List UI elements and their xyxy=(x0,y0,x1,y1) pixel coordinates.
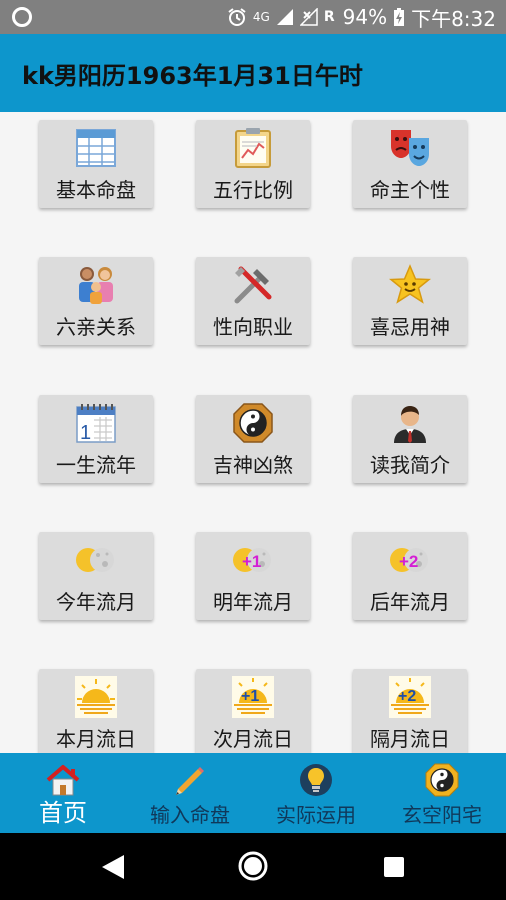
tile-label: 一生流年 xyxy=(56,453,136,477)
star-icon xyxy=(388,263,432,307)
app-bar: kk男阳历1963年1月31日午时 xyxy=(0,34,506,112)
signal-no-data-icon xyxy=(299,8,318,26)
tile-label: 后年流月 xyxy=(370,590,450,614)
plus-two-badge: +2 xyxy=(399,552,418,571)
tile-label: 五行比例 xyxy=(213,178,293,202)
person-icon xyxy=(388,401,432,445)
pencil-icon xyxy=(172,763,208,797)
tile-label: 性向职业 xyxy=(213,315,293,339)
tile-label: 吉神凶煞 xyxy=(213,453,293,477)
home-button-icon[interactable] xyxy=(237,850,269,886)
plus-one-badge: +1 xyxy=(241,688,259,705)
theater-masks-icon xyxy=(388,126,432,170)
tile-label: 命主个性 xyxy=(370,178,450,202)
back-icon[interactable] xyxy=(100,853,126,885)
tile-label: 六亲关系 xyxy=(56,315,136,339)
tile-next-year-months[interactable]: +1 明年流月 xyxy=(196,532,310,620)
tile-this-year-months[interactable]: 今年流月 xyxy=(39,532,153,620)
nav-feng-shui[interactable]: 玄空阳宅 xyxy=(384,753,500,833)
nav-label: 实际运用 xyxy=(276,803,356,827)
tools-icon xyxy=(231,263,275,307)
tile-label: 基本命盘 xyxy=(56,178,136,202)
tile-label: 本月流日 xyxy=(56,727,136,751)
tile-month-after-days[interactable]: +2 隔月流日 xyxy=(353,669,467,753)
calendar-day-number: 1 xyxy=(80,422,91,444)
nav-label: 首页 xyxy=(39,799,87,827)
signal-icon xyxy=(276,8,294,26)
recents-icon[interactable] xyxy=(383,856,405,882)
sun-moon-plus1-icon: +1 xyxy=(231,538,275,582)
nav-label: 输入命盘 xyxy=(150,803,230,827)
sunrise-plus2-icon: +2 xyxy=(388,675,432,719)
lightbulb-icon xyxy=(298,763,334,797)
sunrise-plus1-icon: +1 xyxy=(231,675,275,719)
clock: 下午8:32 xyxy=(411,6,496,31)
tile-personality[interactable]: 命主个性 xyxy=(353,120,467,208)
tile-year-after-months[interactable]: +2 后年流月 xyxy=(353,532,467,620)
family-icon xyxy=(74,263,118,307)
nav-input-chart[interactable]: 输入命盘 xyxy=(132,753,248,833)
chart-clipboard-icon xyxy=(231,126,275,170)
tile-label: 读我简介 xyxy=(370,453,450,477)
tile-five-elements[interactable]: 五行比例 xyxy=(196,120,310,208)
tile-this-month-days[interactable]: 本月流日 xyxy=(39,669,153,753)
alarm-icon xyxy=(227,7,247,27)
network-type: 4G xyxy=(252,10,270,24)
calendar-icon: 1 xyxy=(74,401,118,445)
bottom-nav: 首页 输入命盘 实际运用 玄空阳宅 xyxy=(0,753,506,833)
tile-favorable-gods[interactable]: 喜忌用神 xyxy=(353,257,467,345)
page-title: kk男阳历1963年1月31日午时 xyxy=(22,62,363,90)
table-icon xyxy=(74,126,118,170)
plus-two-badge: +2 xyxy=(398,688,416,705)
tile-spirits[interactable]: 吉神凶煞 xyxy=(196,395,310,483)
tile-label: 今年流月 xyxy=(56,590,136,614)
tile-label: 喜忌用神 xyxy=(370,315,450,339)
sunrise-icon xyxy=(74,675,118,719)
yin-yang-icon xyxy=(424,763,460,797)
tile-label: 次月流日 xyxy=(213,727,293,751)
nav-practical-use[interactable]: 实际运用 xyxy=(258,753,374,833)
tile-next-month-days[interactable]: +1 次月流日 xyxy=(196,669,310,753)
tile-basic-chart[interactable]: 基本命盘 xyxy=(39,120,153,208)
yin-yang-icon xyxy=(231,401,275,445)
tile-family-relations[interactable]: 六亲关系 xyxy=(39,257,153,345)
feature-grid: 基本命盘 五行比例 命主个性 六亲关系 性向职业 喜忌用神 1 一生流年 吉神凶… xyxy=(0,112,506,753)
nav-home[interactable]: 首页 xyxy=(12,753,114,833)
plus-one-badge: +1 xyxy=(242,552,261,571)
tile-label: 明年流月 xyxy=(213,590,293,614)
home-icon xyxy=(45,763,81,797)
sun-moon-plus2-icon: +2 xyxy=(388,538,432,582)
tile-label: 隔月流日 xyxy=(370,727,450,751)
battery-charging-icon xyxy=(393,7,405,27)
nav-label: 玄空阳宅 xyxy=(402,803,482,827)
notification-ring-icon xyxy=(12,7,32,27)
roaming-indicator: R xyxy=(323,9,335,25)
status-bar: 4G R 94% 下午8:32 xyxy=(0,0,506,34)
system-nav-bar xyxy=(0,833,506,900)
sun-moon-icon xyxy=(74,538,118,582)
tile-career[interactable]: 性向职业 xyxy=(196,257,310,345)
tile-life-years[interactable]: 1 一生流年 xyxy=(39,395,153,483)
battery-percent: 94% xyxy=(342,5,388,29)
tile-about-me[interactable]: 读我简介 xyxy=(353,395,467,483)
